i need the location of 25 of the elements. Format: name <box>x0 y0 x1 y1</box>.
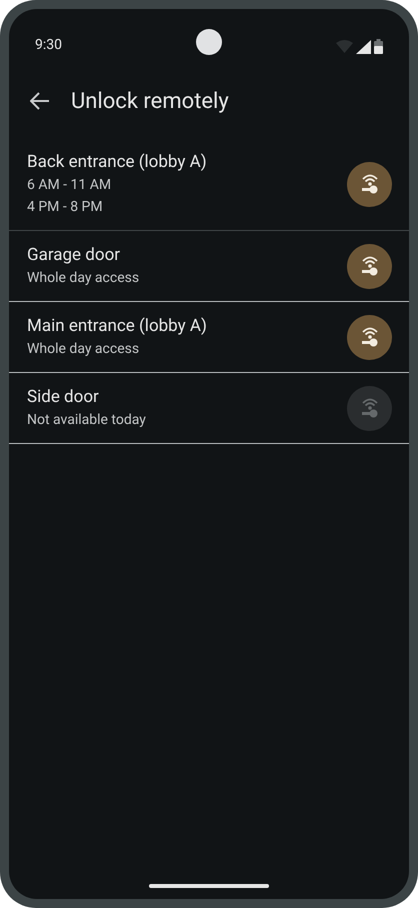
wireless-key-icon <box>360 255 380 277</box>
wireless-key-icon <box>360 397 380 419</box>
remote-unlock-button[interactable] <box>347 162 392 206</box>
wireless-key-icon <box>360 173 380 195</box>
door-name: Back entrance (lobby A) <box>27 151 207 174</box>
access-hours: Not available today <box>27 411 146 430</box>
status-time: 9:30 <box>35 36 62 55</box>
back-arrow-icon <box>30 92 50 110</box>
door-name: Garage door <box>27 244 122 267</box>
battery-icon <box>374 39 383 54</box>
access-hours: Whole day access <box>27 340 140 359</box>
door-name: Main entrance (lobby A) <box>27 315 207 338</box>
access-hours: 6 AM - 11 AM <box>27 176 112 195</box>
door-row[interactable]: Main entrance (lobby A) Whole day access <box>9 302 409 373</box>
wireless-key-icon <box>360 326 380 348</box>
door-name: Side door <box>27 386 100 409</box>
access-hours: Whole day access <box>27 269 140 288</box>
access-hours: 4 PM - 8 PM <box>27 198 104 217</box>
camera-cutout <box>196 29 222 55</box>
page-title: Unlock remotely <box>71 88 229 116</box>
signal-icon <box>356 40 371 54</box>
remote-unlock-button[interactable] <box>347 314 392 360</box>
remote-unlock-button[interactable] <box>347 244 392 288</box>
wifi-icon <box>336 40 353 53</box>
door-row[interactable]: Garage door Whole day access <box>9 231 409 302</box>
